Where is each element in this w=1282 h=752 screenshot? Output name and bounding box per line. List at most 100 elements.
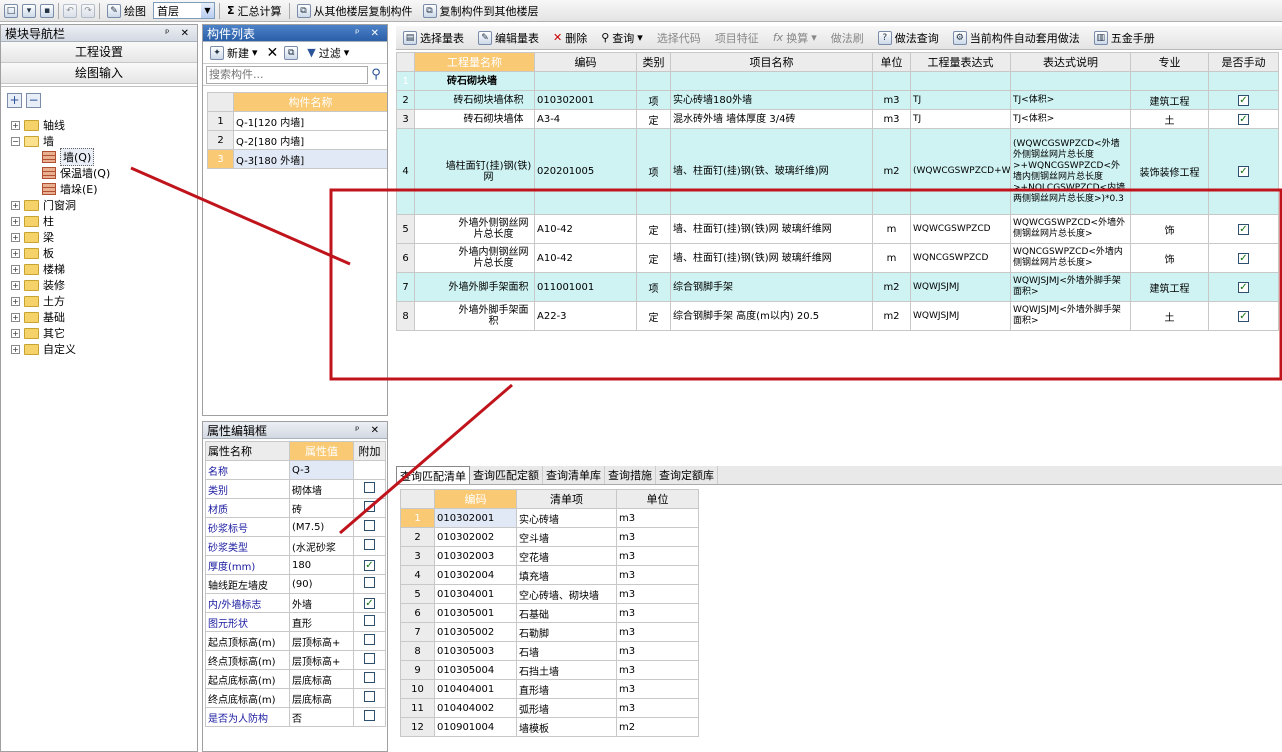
property-value[interactable]: (水泥砂浆 [289,536,354,556]
property-row[interactable]: 轴线距左墙皮 (90) [205,574,386,594]
checkbox-icon[interactable] [364,539,375,550]
tree-node[interactable]: + 梁 [11,229,197,245]
project-settings-button[interactable]: 工程设置 [1,42,197,63]
match-row[interactable]: 9 010305004 石挡土墙 m3 [400,660,699,680]
property-row[interactable]: 砂浆类型 (水泥砂浆 [205,536,386,556]
component-row[interactable]: 1 Q-1[120 内墙] [207,111,387,131]
property-row[interactable]: 厚度(mm) 180 ✓ [205,555,386,575]
property-value[interactable]: Q-3 [289,460,354,480]
expand-icon[interactable]: + [11,264,20,274]
property-value[interactable]: 否 [289,707,354,727]
tree-node[interactable]: + 柱 [11,213,197,229]
match-row[interactable]: 8 010305003 石墙 m3 [400,641,699,661]
checkbox-icon[interactable] [364,653,375,664]
checked-icon[interactable]: ✓ [1238,281,1249,293]
property-row[interactable]: 终点底标高(m) 层底标高 [205,688,386,708]
quantity-row[interactable]: 5 外墙外侧钢丝网片总长度 A10-42 定墙、柱面钉(挂)钢(铁)网 玻璃纤维网 m W… [396,214,1279,244]
copy-to-floor-button[interactable]: ⧉ 复制构件到其他楼层 [420,2,542,20]
tree-node[interactable]: + 楼梯 [11,261,197,277]
collapse-all-icon[interactable]: − [26,93,41,108]
tree-node[interactable]: + 基础 [11,309,197,325]
pin-close-icon[interactable]: ᵖ ✕ [165,28,193,39]
pin-close-icon[interactable]: ᵖ ✕ [355,425,383,436]
new-component-button[interactable]: ✦ 新建 ▾ [207,44,261,62]
filter-button[interactable]: ▼ 过滤 ▾ [304,44,352,62]
query-tab[interactable]: 查询定额库 [656,466,718,484]
query-button[interactable]: ⚲ 查询 ▾ [598,29,646,47]
match-row[interactable]: 2 010302002 空斗墙 m3 [400,527,699,547]
quantity-row[interactable]: 4 墙柱面钉(挂)钢(铁)网 020201005 项墙、柱面钉(挂)钢(铁、玻璃纤维)… [396,128,1279,215]
quantity-row[interactable]: 7 外墙外脚手架面积 011001001 项综合钢脚手架 m2 WQWJSJMJ WQWJS… [396,272,1279,302]
delete-icon[interactable]: ✕ [267,45,279,61]
checked-icon[interactable]: ✓ [364,559,375,571]
checkbox-icon[interactable] [364,482,375,493]
checked-icon[interactable]: ✓ [1238,223,1249,235]
draw-button[interactable]: ✎ 绘图 [104,2,149,20]
checkbox-icon[interactable] [364,710,375,721]
search-icon[interactable]: ⚲ [368,67,384,82]
property-value[interactable]: 层底标高 [289,669,354,689]
collapse-icon[interactable]: − [11,136,20,146]
drawing-input-button[interactable]: 绘图输入 [1,63,197,84]
tree-node[interactable]: − 墙 [11,133,197,149]
checked-icon[interactable]: ✓ [1238,166,1249,177]
property-value[interactable]: 直形 [289,612,354,632]
expand-icon[interactable]: + [11,296,20,306]
expand-icon[interactable]: + [11,248,20,258]
expand-icon[interactable]: + [11,312,20,322]
auto-apply-button[interactable]: ⚙ 当前构件自动套用做法 [950,29,1083,47]
match-row[interactable]: 11 010404002 弧形墙 m3 [400,698,699,718]
property-value[interactable]: 180 [289,555,354,575]
query-tab[interactable]: 查询措施 [605,466,656,484]
property-value[interactable]: 外墙 [289,593,354,613]
match-row[interactable]: 4 010302004 填充墙 m3 [400,565,699,585]
property-row[interactable]: 名称 Q-3 [205,460,386,480]
property-value[interactable]: (90) [289,574,354,594]
component-search-input[interactable] [206,65,368,84]
checked-icon[interactable]: ✓ [1238,310,1249,322]
tree-node[interactable]: 墙(Q) [11,148,197,166]
tree-node[interactable]: 墙垛(E) [11,181,197,197]
property-value[interactable]: 层顶标高+ [289,650,354,670]
checkbox-icon[interactable] [364,672,375,683]
match-row[interactable]: 6 010305001 石基础 m3 [400,603,699,623]
expand-icon[interactable]: + [11,200,20,210]
tree-node[interactable]: + 装修 [11,277,197,293]
tree-node[interactable]: + 其它 [11,325,197,341]
new-file-icon[interactable]: □ [4,3,18,18]
undo-icon[interactable]: ↶ [63,3,77,18]
expand-icon[interactable]: + [11,232,20,242]
floor-select[interactable]: 首层 ▼ [153,2,215,19]
property-row[interactable]: 内/外墙标志 外墙 ✓ [205,593,386,613]
redo-icon[interactable]: ↷ [81,3,95,18]
pin-close-icon[interactable]: ᵖ ✕ [355,28,383,39]
select-code-button[interactable]: 选择代码 [654,29,704,47]
quantity-row[interactable]: 8 外墙外脚手架面积 A22-3 定综合钢脚手架 高度(m以内) 20.5 m2 WQWJ… [396,301,1279,331]
copy-icon[interactable]: ⧉ [284,45,299,60]
match-row[interactable]: 12 010901004 墙模板 m2 [400,717,699,737]
hardware-manual-button[interactable]: ▥ 五金手册 [1091,29,1158,47]
sum-calc-button[interactable]: Σ 汇总计算 [224,2,285,20]
property-row[interactable]: 起点顶标高(m) 层顶标高+ [205,631,386,651]
quantity-row[interactable]: 3 砖石砌块墙体 A3-4 定混水砖外墙 墙体厚度 3/4砖 m3 TJ TJ<体积> 土 ✓ [396,109,1279,129]
component-row[interactable]: 3 Q-3[180 外墙] [207,149,387,169]
query-tab[interactable]: 查询清单库 [543,466,605,484]
delete-button[interactable]: ✕ 删除 [550,29,590,47]
expand-icon[interactable]: + [11,344,20,354]
save-icon[interactable]: ▪ [40,3,54,18]
tree-node[interactable]: + 板 [11,245,197,261]
method-query-button[interactable]: ? 做法查询 [875,29,942,47]
expand-icon[interactable]: + [11,280,20,290]
tree-node[interactable]: + 门窗洞 [11,197,197,213]
tree-node[interactable]: + 轴线 [11,117,197,133]
match-row[interactable]: 7 010305002 石勒脚 m3 [400,622,699,642]
expand-icon[interactable]: + [11,328,20,338]
property-value[interactable]: 砌体墙 [289,479,354,499]
checkbox-icon[interactable] [364,615,375,626]
expand-icon[interactable]: + [11,216,20,226]
expand-all-icon[interactable]: + [7,93,22,108]
property-row[interactable]: 图元形状 直形 [205,612,386,632]
item-feature-button[interactable]: 项目特征 [712,29,762,47]
checked-icon[interactable]: ✓ [1238,113,1249,125]
convert-button[interactable]: fx 换算 ▾ [770,29,820,47]
